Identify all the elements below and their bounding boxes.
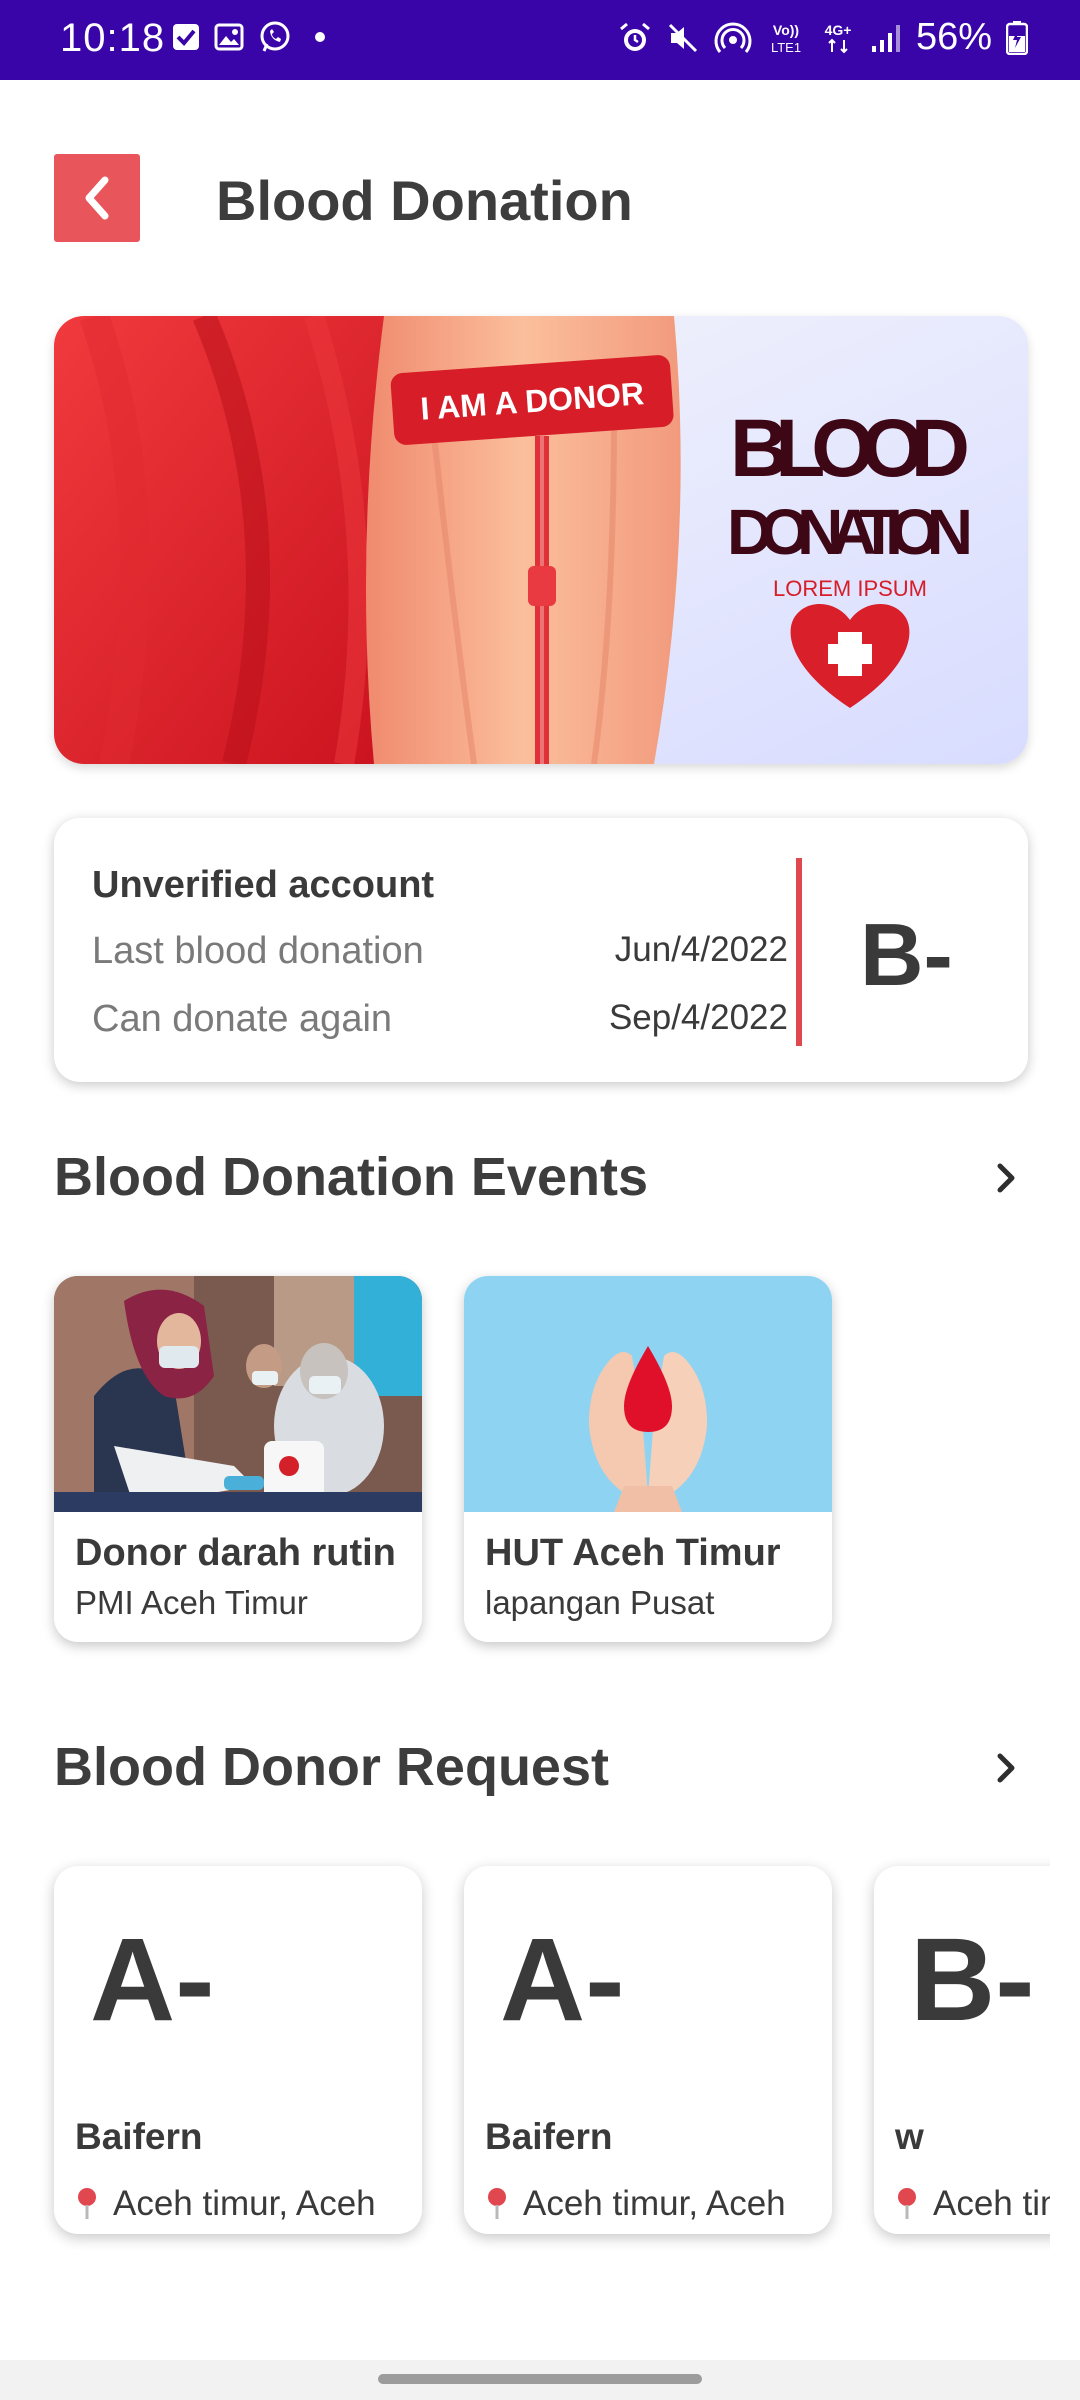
event-image-volunteer: [54, 1276, 422, 1512]
event-subtitle: PMI Aceh Timur: [75, 1584, 308, 1621]
banner-headline-1: BLOOD: [730, 403, 970, 494]
event-card[interactable]: Donor darah rutin PMI Aceh Timur: [54, 1276, 422, 1642]
request-blood-type: B-: [910, 1914, 1035, 2046]
battery-percent: 56%: [915, 16, 992, 58]
account-status: Unverified account: [92, 864, 435, 906]
banner-illustration: I AM A DONOR BLOOD DONATION LOREM IPSUM: [54, 316, 1028, 764]
back-button[interactable]: [54, 154, 140, 242]
chevron-left-icon: [85, 176, 109, 220]
request-location-text: Aceh timur, Aceh: [933, 2184, 1050, 2223]
svg-text:LTE1: LTE1: [771, 40, 801, 55]
request-blood-type: A-: [90, 1914, 215, 2046]
battery-icon: [1006, 20, 1028, 55]
request-name: w: [895, 2116, 924, 2157]
event-image-hands-drop: [464, 1276, 832, 1512]
request-location-text: Aceh timur, Aceh: [523, 2184, 786, 2223]
events-see-all-button[interactable]: [986, 1158, 1026, 1198]
account-info-card: Unverified account Last blood donation J…: [54, 818, 1028, 1082]
banner-headline-2: DONATION: [727, 496, 973, 568]
event-card[interactable]: HUT Aceh Timur lapangan Pusat: [464, 1276, 832, 1642]
chevron-right-icon: [997, 1163, 1015, 1193]
whatsapp-icon: [260, 21, 290, 52]
checkbox-notification-icon: [173, 24, 199, 50]
notification-icons: [172, 20, 330, 54]
request-card[interactable]: A- Baifern Aceh timur, Aceh: [54, 1866, 422, 2234]
next-donation-label: Can donate again: [92, 998, 393, 1040]
next-donation-value: Sep/4/2022: [608, 998, 788, 1037]
system-status-icons: Vo)) LTE1 4G+ 56%: [618, 16, 1028, 59]
request-location: Aceh timur, Aceh: [75, 2184, 376, 2224]
user-blood-type: B-: [860, 905, 953, 1004]
mute-icon: [668, 23, 697, 52]
signal-icon: [871, 24, 900, 52]
request-location: Aceh timur, Aceh: [895, 2184, 1050, 2224]
request-card[interactable]: B- w Aceh timur, Aceh: [874, 1866, 1050, 2234]
event-subtitle: lapangan Pusat: [485, 1584, 715, 1621]
4g-icon: 4G+: [825, 22, 852, 53]
last-donation-label: Last blood donation: [92, 930, 424, 972]
location-pin-icon: [78, 2188, 96, 2219]
event-title: HUT Aceh Timur: [485, 1532, 781, 1574]
requests-see-all-button[interactable]: [986, 1748, 1026, 1788]
hotspot-icon: [714, 22, 752, 53]
banner-tagline: LOREM IPSUM: [773, 576, 927, 601]
dot-icon: [315, 32, 325, 42]
volte-icon: Vo)) LTE1: [771, 22, 801, 55]
location-pin-icon: [488, 2188, 506, 2219]
blood-donation-banner[interactable]: I AM A DONOR BLOOD DONATION LOREM IPSUM: [54, 316, 1028, 764]
request-blood-type: A-: [500, 1914, 625, 2046]
last-donation-value: Jun/4/2022: [614, 930, 788, 969]
request-list[interactable]: A- Baifern Aceh timur, Aceh A- Baifern A…: [0, 1850, 1050, 2250]
events-section-title: Blood Donation Events: [54, 1147, 648, 1207]
svg-text:4G+: 4G+: [825, 22, 852, 38]
request-card[interactable]: A- Baifern Aceh timur, Aceh: [464, 1866, 832, 2234]
status-bar: 10:18 Vo)) LTE1 4G+ 56%: [0, 0, 1080, 80]
request-name: Baifern: [75, 2116, 203, 2157]
event-title: Donor darah rutin: [75, 1532, 396, 1574]
page-title: Blood Donation: [216, 169, 633, 232]
requests-section-title: Blood Donor Request: [54, 1737, 609, 1797]
chevron-right-icon: [997, 1753, 1015, 1783]
request-name: Baifern: [485, 2116, 613, 2157]
request-location-text: Aceh timur, Aceh: [113, 2184, 376, 2223]
card-divider: [796, 858, 802, 1046]
status-time: 10:18: [60, 16, 166, 60]
request-location: Aceh timur, Aceh: [485, 2184, 786, 2224]
gallery-notification-icon: [214, 23, 244, 51]
location-pin-icon: [898, 2188, 916, 2219]
alarm-icon: [619, 22, 650, 51]
system-nav-bar: [0, 2360, 1080, 2400]
svg-text:Vo)): Vo)): [773, 22, 799, 38]
home-gesture-handle[interactable]: [378, 2374, 702, 2384]
